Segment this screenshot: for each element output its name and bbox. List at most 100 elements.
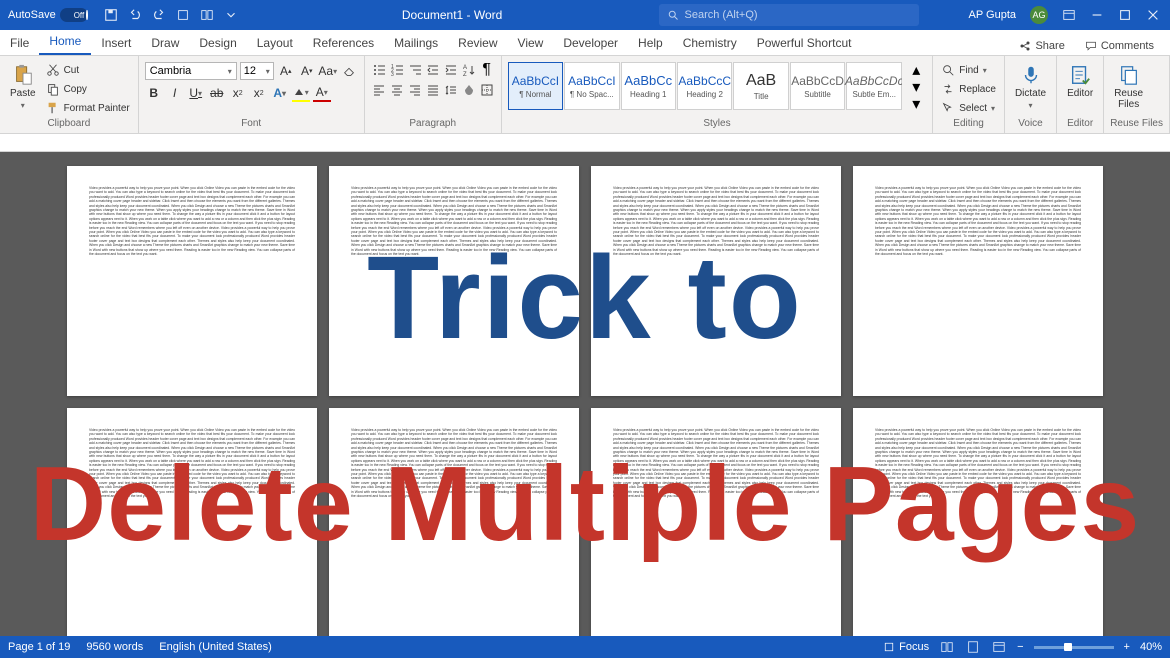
- bullets-button[interactable]: [371, 62, 387, 78]
- copy-button[interactable]: Copy: [44, 81, 132, 97]
- zoom-in-button[interactable]: +: [1124, 641, 1130, 653]
- subscript-button[interactable]: x2: [229, 84, 247, 102]
- focus-icon: [883, 641, 895, 653]
- save-icon[interactable]: [104, 8, 118, 22]
- highlight-button[interactable]: ▾: [292, 84, 310, 102]
- user-avatar[interactable]: AG: [1030, 6, 1048, 24]
- align-center-button[interactable]: [389, 82, 405, 98]
- zoom-out-button[interactable]: −: [1017, 641, 1023, 653]
- search-bar[interactable]: Search (Alt+Q): [659, 4, 919, 26]
- tab-layout[interactable]: Layout: [247, 31, 303, 55]
- borders-button[interactable]: [479, 82, 495, 98]
- language-indicator[interactable]: English (United States): [159, 641, 272, 653]
- comments-button[interactable]: Comments: [1077, 37, 1162, 55]
- clear-format-button[interactable]: [340, 62, 358, 80]
- font-name-combo[interactable]: Cambria▾: [145, 62, 237, 80]
- italic-button[interactable]: I: [166, 84, 184, 102]
- paste-button[interactable]: Paste ▾: [6, 62, 40, 112]
- sort-button[interactable]: AZ: [461, 62, 477, 78]
- shrink-font-button[interactable]: A▾: [298, 62, 316, 80]
- qat-icon-1[interactable]: [176, 8, 190, 22]
- tab-mailings[interactable]: Mailings: [384, 31, 448, 55]
- dictate-button[interactable]: Dictate▾: [1011, 62, 1050, 112]
- web-layout-button[interactable]: [991, 639, 1007, 655]
- undo-icon[interactable]: [128, 8, 142, 22]
- shading-button[interactable]: [461, 82, 477, 98]
- style-heading2[interactable]: AaBbCcCHeading 2: [677, 62, 732, 110]
- style-subtitle[interactable]: AaBbCcDSubtitle: [790, 62, 845, 110]
- group-label: Voice: [1011, 118, 1050, 131]
- style-gallery[interactable]: AaBbCcI¶ Normal AaBbCcI¶ No Spac... AaBb…: [508, 62, 903, 110]
- editor-button[interactable]: Editor: [1063, 62, 1097, 101]
- justify-button[interactable]: [425, 82, 441, 98]
- find-button[interactable]: Find▾: [939, 62, 998, 78]
- tab-developer[interactable]: Developer: [553, 31, 628, 55]
- print-layout-button[interactable]: [965, 639, 981, 655]
- reuse-files-button[interactable]: Reuse Files: [1110, 62, 1147, 112]
- styles-scroll-down[interactable]: ▾: [908, 79, 924, 95]
- format-painter-icon: [46, 101, 60, 115]
- maximize-icon[interactable]: [1118, 8, 1132, 22]
- change-case-button[interactable]: Aa▾: [319, 62, 337, 80]
- style-nospacing[interactable]: AaBbCcI¶ No Spac...: [564, 62, 619, 110]
- redo-icon[interactable]: [152, 8, 166, 22]
- line-spacing-button[interactable]: [443, 82, 459, 98]
- align-right-button[interactable]: [407, 82, 423, 98]
- replace-button[interactable]: Replace: [939, 81, 998, 97]
- styles-expand[interactable]: ▾: [908, 96, 924, 112]
- group-editor: Editor Editor: [1057, 56, 1104, 133]
- tab-review[interactable]: Review: [448, 31, 507, 55]
- font-size-combo[interactable]: 12▾: [240, 62, 274, 80]
- focus-mode[interactable]: Focus: [883, 641, 929, 653]
- qat-dropdown-icon[interactable]: [224, 8, 238, 22]
- word-count[interactable]: 9560 words: [86, 641, 143, 653]
- read-mode-button[interactable]: [939, 639, 955, 655]
- underline-button[interactable]: U▾: [187, 84, 205, 102]
- show-marks-button[interactable]: ¶: [479, 62, 495, 78]
- svg-text:3: 3: [391, 72, 394, 77]
- toggle-switch[interactable]: Off: [60, 8, 88, 22]
- style-title[interactable]: AaBTitle: [733, 62, 788, 110]
- align-left-button[interactable]: [371, 82, 387, 98]
- cut-button[interactable]: Cut: [44, 62, 132, 78]
- qat-icon-2[interactable]: [200, 8, 214, 22]
- tab-chemistry[interactable]: Chemistry: [673, 31, 747, 55]
- group-editing: Find▾ Replace Select▾ Editing: [933, 56, 1005, 133]
- close-icon[interactable]: [1146, 8, 1160, 22]
- zoom-level[interactable]: 40%: [1140, 641, 1162, 653]
- style-normal[interactable]: AaBbCcI¶ Normal: [508, 62, 563, 110]
- tab-insert[interactable]: Insert: [91, 31, 141, 55]
- bold-button[interactable]: B: [145, 84, 163, 102]
- decrease-indent-button[interactable]: [425, 62, 441, 78]
- ribbon-options-icon[interactable]: [1062, 8, 1076, 22]
- share-button[interactable]: Share: [1011, 37, 1072, 55]
- tab-draw[interactable]: Draw: [141, 31, 189, 55]
- tab-view[interactable]: View: [508, 31, 554, 55]
- tab-powerful-shortcut[interactable]: Powerful Shortcut: [747, 31, 862, 55]
- tab-design[interactable]: Design: [189, 31, 246, 55]
- tab-home[interactable]: Home: [39, 29, 91, 55]
- superscript-button[interactable]: x2: [250, 84, 268, 102]
- grow-font-button[interactable]: A▴: [277, 62, 295, 80]
- numbering-button[interactable]: 123: [389, 62, 405, 78]
- multilevel-button[interactable]: [407, 62, 423, 78]
- tab-help[interactable]: Help: [628, 31, 673, 55]
- user-name[interactable]: AP Gupta: [969, 9, 1017, 21]
- style-subtle-em[interactable]: AaBbCcDcSubtle Em...: [846, 62, 902, 110]
- page-indicator[interactable]: Page 1 of 19: [8, 641, 70, 653]
- styles-scroll-up[interactable]: ▴: [908, 62, 924, 78]
- style-heading1[interactable]: AaBbCcHeading 1: [621, 62, 676, 110]
- text-effects-button[interactable]: A▾: [271, 84, 289, 102]
- tab-references[interactable]: References: [303, 31, 384, 55]
- select-button[interactable]: Select▾: [939, 100, 998, 116]
- web-layout-icon: [992, 640, 1006, 654]
- zoom-slider[interactable]: [1034, 646, 1114, 649]
- increase-indent-button[interactable]: [443, 62, 459, 78]
- font-color-button[interactable]: A▾: [313, 84, 331, 102]
- strikethrough-button[interactable]: ab: [208, 84, 226, 102]
- minimize-icon[interactable]: [1090, 8, 1104, 22]
- autosave-toggle[interactable]: AutoSave Off: [0, 8, 96, 22]
- tab-file[interactable]: File: [0, 31, 39, 55]
- horizontal-ruler[interactable]: [0, 134, 1170, 152]
- format-painter-button[interactable]: Format Painter: [44, 100, 132, 116]
